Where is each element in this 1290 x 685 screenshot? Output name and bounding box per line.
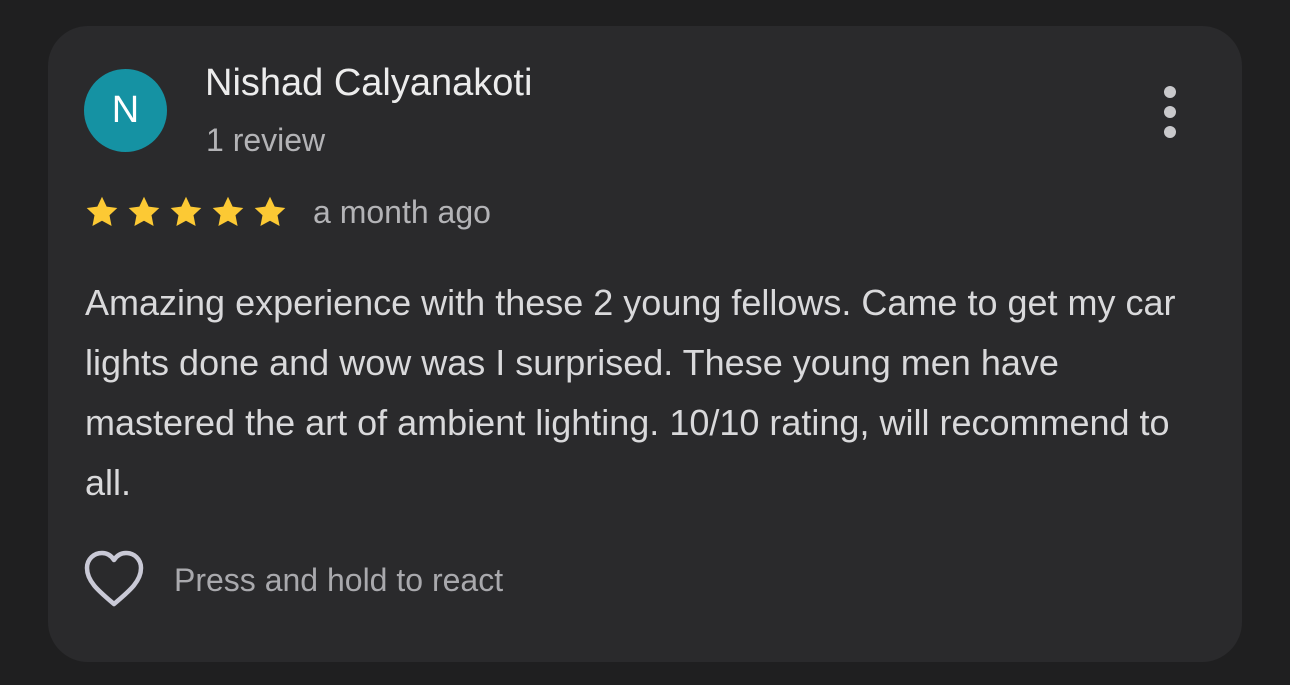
more-options-button[interactable] (1150, 82, 1190, 142)
review-date: a month ago (313, 194, 491, 230)
react-label: Press and hold to react (174, 561, 504, 598)
more-vert-icon (1164, 86, 1176, 98)
star-icon (126, 194, 162, 230)
review-text: Amazing experience with these 2 young fe… (85, 282, 1176, 503)
review-card: N Nishad Calyanakoti 1 review a month ag… (48, 26, 1242, 662)
avatar[interactable]: N (84, 69, 167, 152)
star-icon (168, 194, 204, 230)
star-icon (210, 194, 246, 230)
more-vert-dot (1164, 126, 1176, 138)
more-vert-dot (1164, 106, 1176, 118)
react-button[interactable]: Press and hold to react (82, 550, 503, 610)
heart-outline-icon (82, 550, 146, 610)
star-rating (84, 192, 294, 232)
star-icon (84, 194, 120, 230)
review-count: 1 review (206, 122, 326, 158)
star-icon (252, 194, 288, 230)
reviewer-name[interactable]: Nishad Calyanakoti (205, 62, 532, 105)
